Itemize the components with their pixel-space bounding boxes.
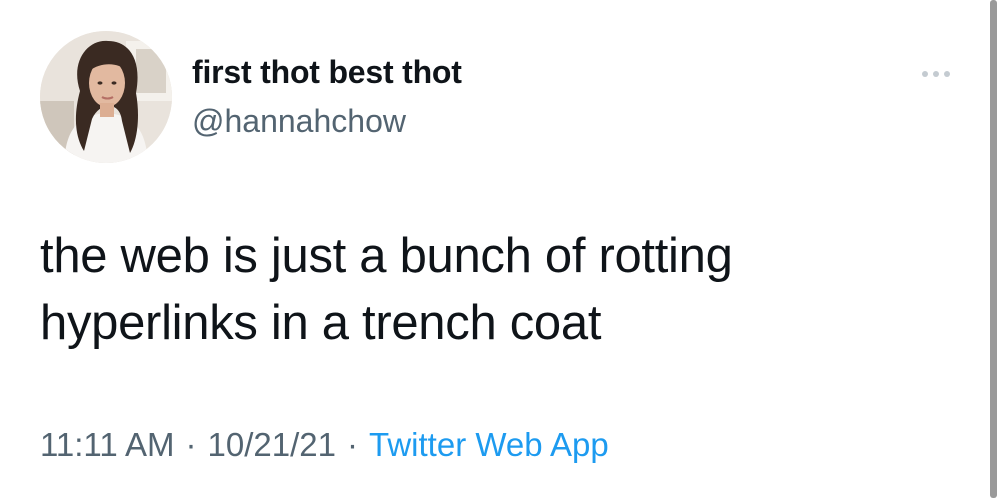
display-name[interactable]: first thot best thot: [192, 54, 462, 91]
tweet-text: the web is just a bunch of rotting hyper…: [40, 223, 920, 357]
more-horizontal-icon: [922, 71, 928, 77]
user-handle[interactable]: @hannahchow: [192, 103, 406, 140]
more-horizontal-icon-dot: [933, 71, 939, 77]
avatar-photo: [40, 31, 172, 163]
more-horizontal-icon-dot: [944, 71, 950, 77]
tweet-source-link[interactable]: Twitter Web App: [369, 426, 609, 463]
tweet-text-line: the web is just a bunch of rotting: [40, 229, 733, 283]
tweet-date[interactable]: 10/21/21: [208, 426, 336, 463]
tweet-meta: 11:11 AM · 10/21/21 · Twitter Web App: [40, 426, 609, 464]
meta-separator: ·: [347, 426, 358, 463]
more-options-button[interactable]: [914, 62, 958, 86]
scrollbar[interactable]: [990, 0, 997, 498]
tweet-text-line: hyperlinks in a trench coat: [40, 296, 602, 350]
avatar[interactable]: [40, 31, 172, 163]
tweet-time[interactable]: 11:11 AM: [40, 426, 175, 463]
tweet-card: first thot best thot @hannahchow the web…: [0, 0, 1000, 498]
meta-separator: ·: [185, 426, 197, 463]
